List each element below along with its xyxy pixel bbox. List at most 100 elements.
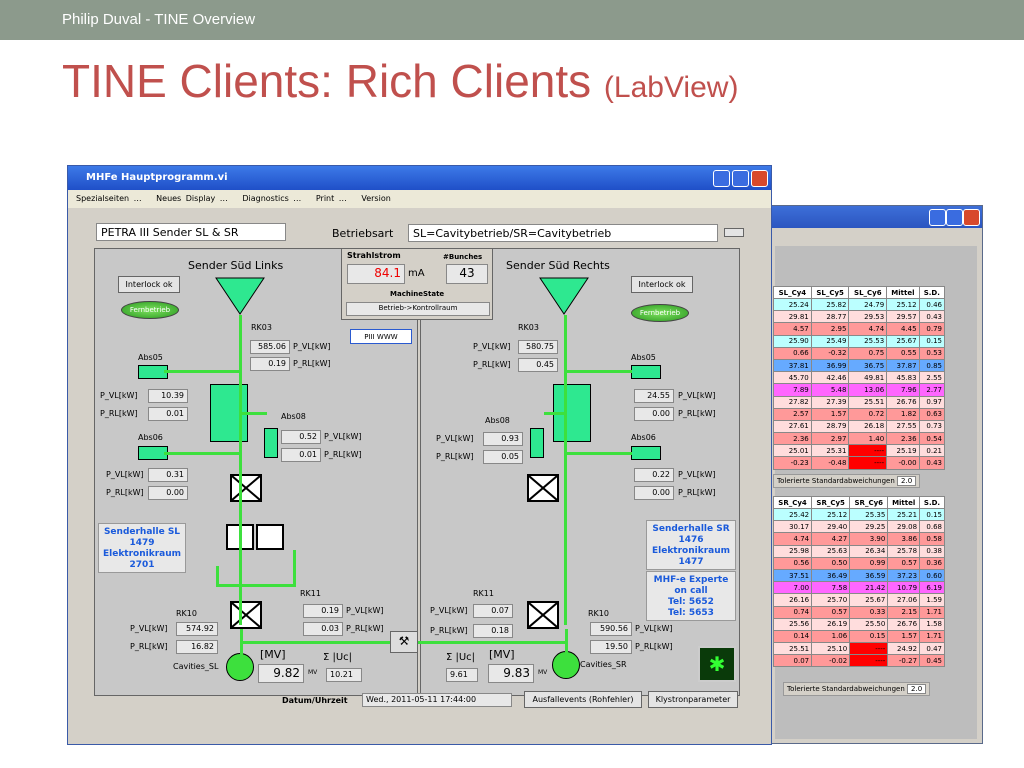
table-row: 7.00 7.58 21.42 10.79 6.19 xyxy=(772,581,945,595)
table-cell: 0.74 xyxy=(772,605,813,619)
table-row: 25.51 25.10 ---- 24.92 0.47 xyxy=(772,642,945,656)
table-cell: 0.15 xyxy=(849,629,889,644)
menu-diagnostics[interactable]: Diagnostics … xyxy=(242,194,301,203)
left-mv-unit: MV xyxy=(308,669,318,676)
table-row: 25.56 26.19 25.50 26.76 1.58 xyxy=(772,617,945,631)
minimize-button[interactable] xyxy=(929,209,946,226)
spider-icon[interactable]: ✱ xyxy=(698,646,736,682)
table-cell: 0.72 xyxy=(848,407,888,421)
unit-label: P_VL[kW] xyxy=(346,606,384,615)
table-header: SR_Cy4 xyxy=(772,496,813,509)
statistics-window-titlebar[interactable] xyxy=(771,206,982,228)
hall-line: 1479 xyxy=(129,538,155,548)
unit-label: P_RL[kW] xyxy=(635,642,673,651)
table-cell: 37.81 xyxy=(773,358,812,373)
table-cell: 25.10 xyxy=(811,642,851,656)
table-cell: 29.08 xyxy=(887,520,921,534)
left-abs06-label: Abs06 xyxy=(138,433,163,442)
table-row: 37.51 36.49 36.59 37.23 0.60 xyxy=(772,568,945,583)
klystronparameter-button[interactable]: Klystronparameter xyxy=(648,691,738,708)
sr-cavity-table: SR_Cy4 SR_Cy5 SR_Cy6 Mittel S.D. 25.42 25.12 25… xyxy=(772,496,945,668)
hall-line: 2701 xyxy=(129,560,155,570)
table-cell: 45.83 xyxy=(886,371,920,385)
main-window-titlebar[interactable]: MHFe Hauptprogramm.vi xyxy=(68,166,771,190)
statistics-window[interactable]: SL_Cy4 SL_Cy5 SL_Cy6 Mittel S.D. 25.24 25.82 24… xyxy=(770,205,983,744)
left-rk03-pvl: 585.06 xyxy=(250,340,290,354)
wrench-icon[interactable]: ⚒ xyxy=(390,631,418,653)
table-cell: 1.59 xyxy=(919,593,945,607)
strahlstrom-unit: mA xyxy=(408,268,425,279)
left-interlock-button[interactable]: Interlock ok xyxy=(118,276,180,293)
menu-spezialseiten[interactable]: Spezialseiten … xyxy=(76,194,142,203)
left-fernbetrieb-led[interactable]: Fernbetrieb xyxy=(121,301,179,319)
menu-bar: Spezialseiten … Neues Display … Diagnost… xyxy=(68,190,771,208)
maximize-button[interactable] xyxy=(732,170,749,187)
table-cell: 2.57 xyxy=(773,407,812,421)
table-cell: -0.00 xyxy=(886,456,920,470)
menu-neues-display[interactable]: Neues Display … xyxy=(156,194,228,203)
unit-label: P_RL[kW] xyxy=(436,452,474,461)
left-waveguide-line xyxy=(164,370,242,373)
table-cell: 0.38 xyxy=(919,544,945,558)
table-cell: 2.36 xyxy=(886,432,920,446)
unit-label: P_RL[kW] xyxy=(130,642,168,651)
menu-version[interactable]: Version xyxy=(361,194,390,203)
piii-www-button[interactable]: PIII WWW xyxy=(350,329,412,344)
close-button[interactable] xyxy=(751,170,768,187)
slide-title-sub: (LabView) xyxy=(603,71,739,104)
table-cell: 2.36 xyxy=(773,432,812,446)
table-cell: 28.79 xyxy=(810,419,850,434)
main-window[interactable]: MHFe Hauptprogramm.vi Spezialseiten … Ne… xyxy=(67,165,772,745)
betriebsart-value: SL=Cavitybetrieb/SR=Cavitybetrieb xyxy=(408,224,718,242)
table-cell: 25.12 xyxy=(886,297,920,312)
table-cell: -0.48 xyxy=(810,456,850,470)
maximize-button[interactable] xyxy=(946,209,963,226)
tolerance-input[interactable]: 2.0 xyxy=(907,684,927,694)
table-cell: 25.78 xyxy=(887,544,921,558)
table-header: Mittel xyxy=(887,496,921,509)
strahlstrom-label: Strahlstrom xyxy=(347,251,401,260)
right-abs06-pvl: 0.22 xyxy=(634,468,674,482)
close-button[interactable] xyxy=(963,209,980,226)
unit-label: P_RL[kW] xyxy=(678,409,716,418)
table-header: S.D. xyxy=(918,286,946,299)
right-cavity-icon xyxy=(552,651,580,679)
ausfallevents-button[interactable]: Ausfallevents (Rohfehler) xyxy=(524,691,642,708)
table-cell: 25.67 xyxy=(886,334,920,348)
right-switch-icon-2 xyxy=(527,601,559,629)
table-row: 25.24 25.82 24.79 25.12 0.46 xyxy=(773,297,946,312)
left-sum-label: Σ |Uc| xyxy=(323,652,353,663)
right-abs05-prl: 0.00 xyxy=(634,407,674,421)
table-cell: 25.12 xyxy=(811,507,851,522)
right-rk10-pvl: 590.56 xyxy=(590,622,632,636)
left-abs06-pvl: 0.31 xyxy=(148,468,188,482)
minimize-button[interactable] xyxy=(713,170,730,187)
betriebsart-button[interactable] xyxy=(724,228,744,237)
menu-print[interactable]: Print … xyxy=(316,194,347,203)
unit-label: P_VL[kW] xyxy=(106,470,144,479)
left-switch-icon-2 xyxy=(230,601,262,629)
table-cell: 42.46 xyxy=(810,371,850,385)
unit-label: P_VL[kW] xyxy=(324,432,362,441)
table-cell: 4.57 xyxy=(773,322,812,336)
unit-label: P_RL[kW] xyxy=(293,359,331,368)
table-cell: -0.27 xyxy=(887,654,921,668)
machinestate-label: MachineState xyxy=(390,290,445,298)
right-fernbetrieb-led[interactable]: Fernbetrieb xyxy=(631,304,689,322)
table-cell: 26.19 xyxy=(811,617,851,631)
right-sum-label: Σ |Uc| xyxy=(446,652,476,663)
table-cell: 25.21 xyxy=(887,507,921,522)
tolerance-input[interactable]: 2.0 xyxy=(897,476,917,486)
hall-line: Elektronikraum xyxy=(102,549,182,559)
right-interlock-button[interactable]: Interlock ok xyxy=(631,276,693,293)
table-cell: 25.35 xyxy=(849,507,889,522)
right-waveguide-line xyxy=(564,315,567,625)
table-cell: 28.77 xyxy=(810,310,850,324)
table-cell: 27.06 xyxy=(887,593,921,607)
table-cell: 29.53 xyxy=(848,310,888,324)
slide-header: Philip Duval - TINE Overview xyxy=(0,0,1024,40)
bunches-value: 43 xyxy=(446,264,488,284)
table-cell: 2.77 xyxy=(918,383,946,397)
unit-label: P_RL[kW] xyxy=(324,450,362,459)
table-cell: -0.02 xyxy=(811,654,851,668)
